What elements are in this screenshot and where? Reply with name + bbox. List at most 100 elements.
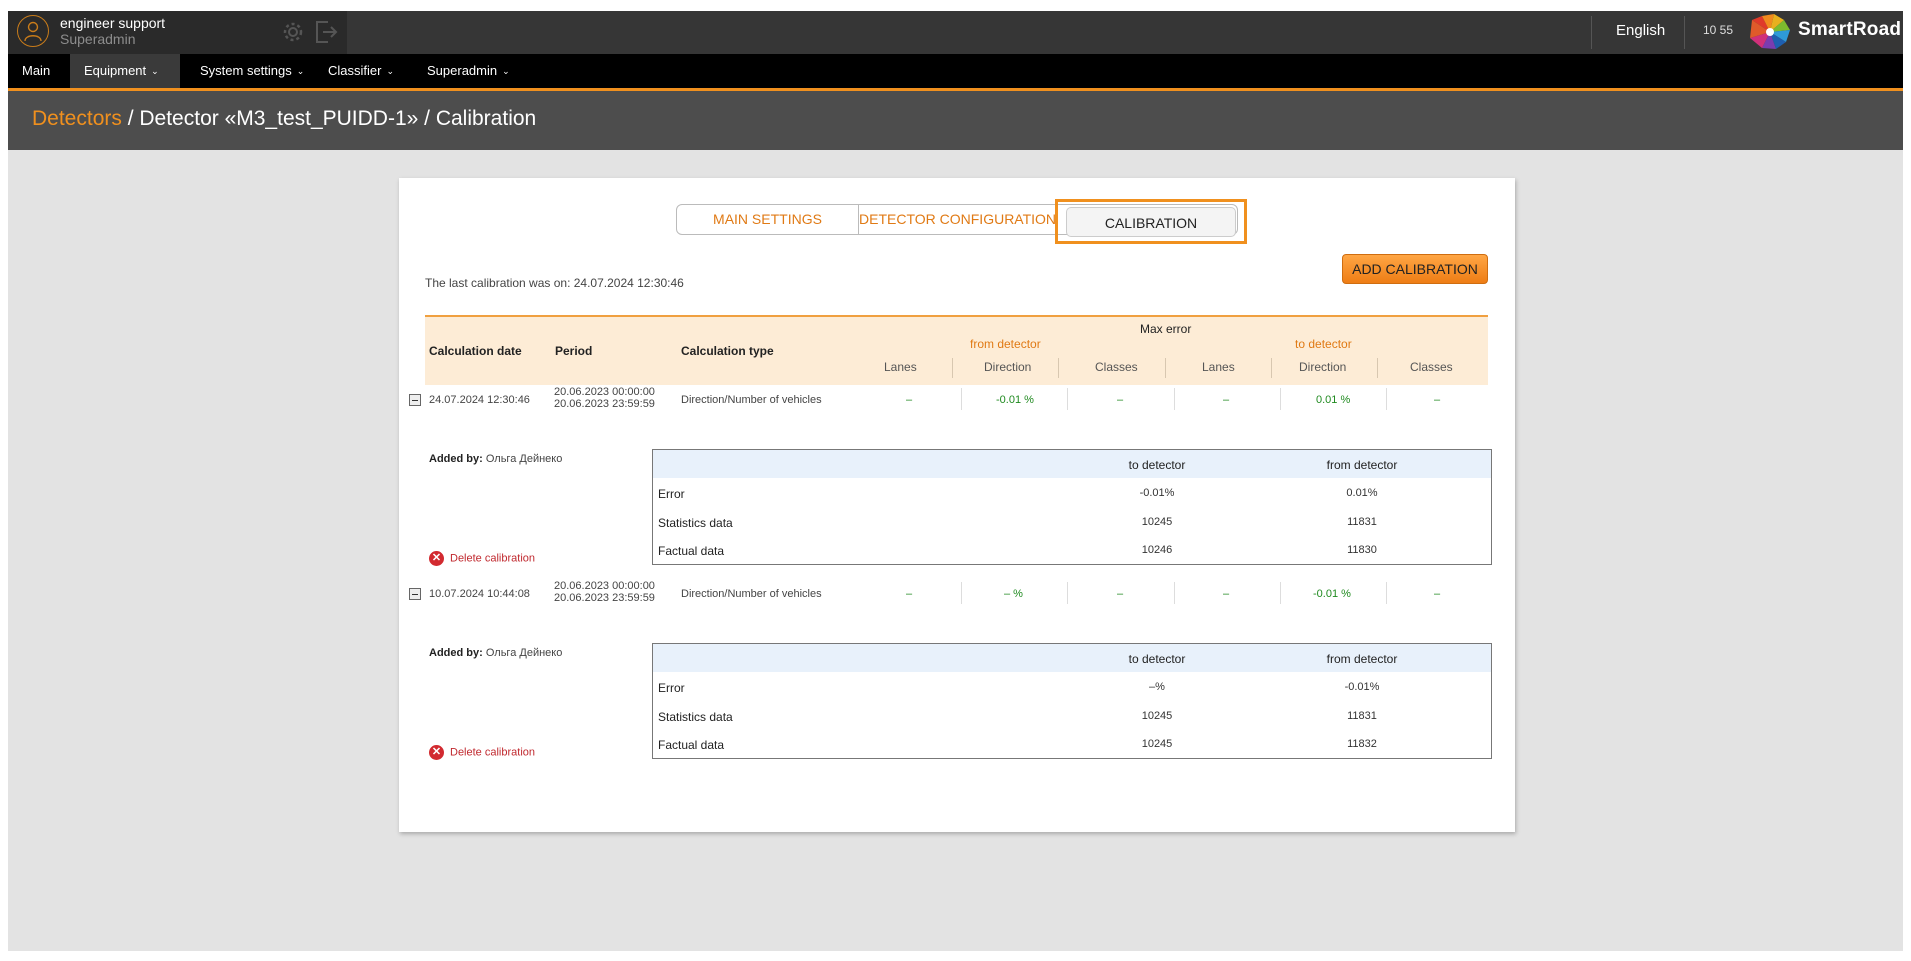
row-calc-type: Direction/Number of vehicles [681, 394, 822, 406]
language-selector[interactable]: English [1616, 22, 1665, 39]
table-header: Calculation date Period Calculation type… [425, 315, 1488, 385]
logout-icon[interactable] [314, 19, 338, 50]
row-period-start: 20.06.2023 00:00:00 [554, 580, 655, 592]
tab-detector-configuration[interactable]: DETECTOR CONFIGURATION [859, 205, 1056, 234]
row-date: 10.07.2024 10:44:08 [429, 588, 530, 600]
tab-calibration-highlight: CALIBRATION [1055, 199, 1247, 244]
user-name: engineer support [60, 15, 166, 31]
detail-col-to: to detector [1128, 652, 1186, 666]
row-to-classes: – [1434, 394, 1441, 406]
header-to-detector: to detector [1295, 337, 1352, 351]
nav-main-label: Main [22, 63, 51, 78]
detail-factual-from: 11832 [1347, 738, 1377, 750]
collapse-toggle[interactable] [409, 588, 421, 600]
header-calculation-type: Calculation type [681, 344, 774, 358]
divider [1386, 582, 1387, 604]
row-date: 24.07.2024 12:30:46 [429, 394, 530, 406]
user-icon[interactable] [17, 15, 49, 47]
delete-calibration-button[interactable]: ✕ Delete calibration [429, 745, 535, 760]
brand-name: SmartRoad [1798, 19, 1902, 40]
nav-system-settings-label: System settings [200, 63, 292, 78]
header-from-lanes: Lanes [884, 360, 917, 374]
collapse-toggle[interactable] [409, 394, 421, 406]
divider [1067, 582, 1068, 604]
detail-factual-from: 11830 [1347, 544, 1377, 556]
row-from-lanes: – [906, 588, 913, 600]
chevron-down-icon: ⌄ [502, 66, 510, 76]
divider [961, 582, 962, 604]
detail-factual-to: 10246 [1141, 544, 1173, 556]
divider [961, 388, 962, 410]
header-period: Period [555, 344, 593, 358]
detail-row-label: Factual data [658, 544, 725, 558]
nav-main[interactable]: Main [8, 54, 56, 88]
delete-calibration-label: Delete calibration [450, 552, 535, 565]
detail-stats-to: 10245 [1141, 710, 1173, 722]
row-from-direction: -0.01 % [996, 394, 1034, 406]
added-by: Added by: Ольга Дейнеко [429, 453, 562, 465]
header-to-classes: Classes [1410, 360, 1453, 374]
breadcrumb-bar: Detectors / Detector «M3_test_PUIDD-1» /… [8, 91, 1903, 150]
nav-equipment-label: Equipment [84, 63, 147, 78]
nav-equipment[interactable]: Equipment ⌄ [70, 54, 180, 88]
delete-icon: ✕ [429, 551, 444, 566]
clock: 10 55 [1703, 23, 1734, 37]
detail-col-from: from detector [1326, 652, 1398, 666]
nav-classifier-label: Classifier [328, 63, 382, 78]
smartroad-logo[interactable] [1748, 14, 1792, 55]
header-to-direction: Direction [1299, 360, 1347, 374]
calibration-detail-table: to detector from detector Error -0.01% 0… [652, 449, 1492, 565]
gear-icon[interactable] [282, 21, 304, 48]
added-by-label: Added by: [429, 453, 483, 465]
main-nav: Main Equipment ⌄ System settings ⌄ Classif… [8, 54, 1903, 91]
row-calc-type: Direction/Number of vehicles [681, 588, 822, 600]
divider [1280, 388, 1281, 410]
add-calibration-button[interactable]: ADD CALIBRATION [1342, 254, 1488, 284]
top-bar: engineer support Superadmin English 10 5… [8, 11, 1903, 54]
last-calibration-text: The last calibration was on: 24.07.2024 … [425, 276, 684, 290]
nav-classifier[interactable]: Classifier ⌄ [314, 54, 408, 88]
row-to-classes: – [1434, 588, 1441, 600]
detail-row-label: Factual data [658, 738, 725, 752]
nav-system-settings[interactable]: System settings ⌄ [186, 54, 318, 88]
header-from-classes: Classes [1095, 360, 1138, 374]
calibration-card: MAIN SETTINGS DETECTOR CONFIGURATION CAL… [399, 178, 1515, 832]
detail-factual-to: 10245 [1141, 738, 1173, 750]
divider [1174, 582, 1175, 604]
detail-col-to: to detector [1128, 458, 1186, 472]
delete-calibration-button[interactable]: ✕ Delete calibration [429, 551, 535, 566]
divider [1684, 16, 1685, 49]
detail-stats-from: 11831 [1347, 710, 1377, 722]
app-window: engineer support Superadmin English 10 5… [8, 11, 1903, 951]
tab-calibration[interactable]: CALIBRATION [1066, 207, 1236, 237]
detail-error-from: -0.01% [1344, 681, 1380, 693]
detail-row-label: Error [658, 487, 685, 501]
added-by-user: Ольга Дейнеко [485, 453, 563, 465]
divider [1067, 388, 1068, 410]
detail-error-to: -0.01% [1139, 487, 1175, 499]
row-from-lanes: – [906, 394, 913, 406]
divider [1377, 358, 1378, 378]
detail-error-from: 0.01% [1346, 487, 1378, 499]
tab-main-settings[interactable]: MAIN SETTINGS [677, 205, 859, 234]
row-from-classes: – [1117, 394, 1124, 406]
user-panel: engineer support Superadmin [8, 11, 347, 54]
added-by-user: Ольга Дейнеко [485, 647, 563, 659]
chevron-down-icon: ⌄ [151, 66, 159, 76]
header-from-detector: from detector [970, 337, 1041, 351]
delete-calibration-label: Delete calibration [450, 746, 535, 759]
divider [1058, 358, 1059, 378]
detail-stats-from: 11831 [1347, 516, 1377, 528]
added-by: Added by: Ольга Дейнеко [429, 647, 562, 659]
row-from-classes: – [1117, 588, 1124, 600]
divider [1165, 358, 1166, 378]
divider [1591, 16, 1592, 49]
detail-stats-to: 10245 [1141, 516, 1173, 528]
breadcrumb-detectors-link[interactable]: Detectors [32, 107, 122, 130]
chevron-down-icon: ⌄ [386, 66, 395, 76]
nav-superadmin[interactable]: Superadmin ⌄ [413, 54, 524, 88]
detail-row-label: Error [658, 681, 685, 695]
row-period-start: 20.06.2023 00:00:00 [554, 386, 655, 398]
divider [1174, 388, 1175, 410]
header-to-lanes: Lanes [1202, 360, 1235, 374]
